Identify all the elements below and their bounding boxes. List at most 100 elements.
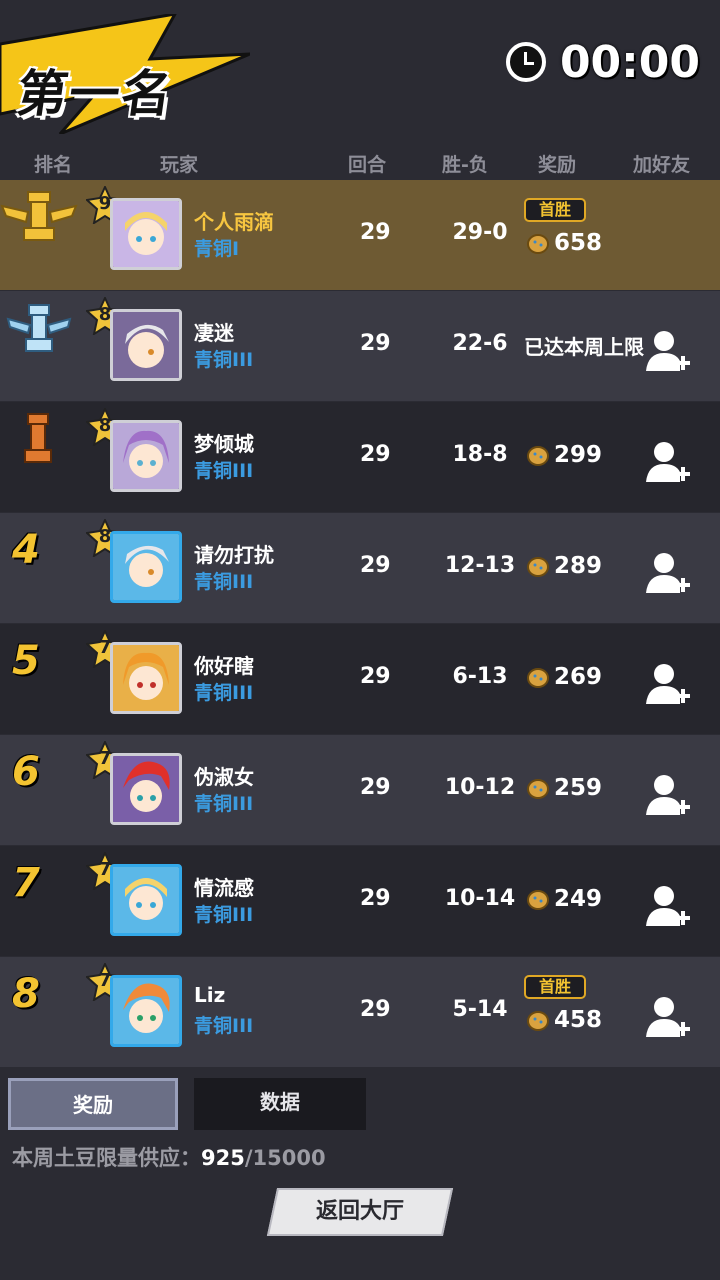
reward: 259 <box>526 775 602 801</box>
reward: 289 <box>526 553 602 579</box>
rounds-value: 29 <box>360 553 391 578</box>
table-row[interactable]: 5 7 你好瞎 青铜III 29 6-13 269 <box>0 624 720 734</box>
character-portrait-icon <box>113 645 179 711</box>
potato-coin-icon <box>527 234 549 254</box>
potato-coin-icon <box>527 779 549 799</box>
win-loss-value: 6-13 <box>452 664 508 689</box>
rounds-value: 29 <box>360 442 391 467</box>
player-tier: 青铜III <box>194 904 254 926</box>
avatar[interactable] <box>110 753 182 825</box>
avatar[interactable] <box>110 198 182 270</box>
rank-number: 4 <box>12 527 40 573</box>
win-loss-value: 22-6 <box>452 331 508 356</box>
avatar[interactable] <box>110 420 182 492</box>
potato-coin-icon <box>527 1011 549 1031</box>
player-tier: 青铜III <box>194 793 254 815</box>
col-add-friend: 加好友 <box>633 154 691 176</box>
back-to-lobby-label[interactable]: 返回大厅 <box>272 1188 448 1236</box>
reward-value: 658 <box>554 230 603 256</box>
col-rounds: 回合 <box>348 154 387 176</box>
add-friend-icon[interactable] <box>644 660 692 708</box>
player-name[interactable]: 请勿打扰 <box>194 539 274 568</box>
avatar[interactable] <box>110 642 182 714</box>
rank-number: 5 <box>12 638 40 684</box>
player-name[interactable]: 梦倾城 <box>194 428 254 457</box>
character-portrait-icon <box>113 423 179 489</box>
rounds-value: 29 <box>360 997 391 1022</box>
add-friend-icon[interactable] <box>644 882 692 930</box>
rank-number: 8 <box>12 971 40 1017</box>
table-row[interactable]: 4 8 请勿打扰 青铜III 29 12-13 289 <box>0 513 720 623</box>
character-portrait-icon <box>113 867 179 933</box>
avatar[interactable] <box>110 864 182 936</box>
col-reward: 奖励 <box>538 154 577 176</box>
table-row[interactable]: 6 7 伪淑女 青铜III 29 10-12 259 <box>0 735 720 845</box>
timer: 00:00 <box>505 37 700 88</box>
potato-coin-icon <box>527 446 549 466</box>
add-friend-icon[interactable] <box>644 549 692 597</box>
tab-stats[interactable]: 数据 <box>194 1078 366 1130</box>
clock-icon <box>505 42 546 82</box>
first-win-badge: 首胜 <box>524 198 586 222</box>
win-loss-value: 10-14 <box>444 886 516 911</box>
character-portrait-icon <box>113 201 179 267</box>
supply-current: 925 <box>201 1146 245 1170</box>
player-tier: 青铜III <box>194 349 254 371</box>
tab-reward[interactable]: 奖励 <box>8 1078 178 1130</box>
first-win-badge: 首胜 <box>524 975 586 999</box>
add-friend-icon[interactable] <box>644 438 692 486</box>
player-name[interactable]: 情流感 <box>194 872 254 901</box>
weekly-supply: 本周土豆限量供应：925/15000 <box>12 1142 326 1172</box>
reward-value: 249 <box>554 886 603 912</box>
reward: 658 <box>526 230 602 256</box>
win-loss-value: 10-12 <box>444 775 516 800</box>
win-loss-value: 12-13 <box>444 553 516 578</box>
reward: 458 <box>526 1007 602 1033</box>
avatar[interactable] <box>110 975 182 1047</box>
player-name[interactable]: 个人雨滴 <box>194 206 274 235</box>
rank-number: 6 <box>12 749 40 795</box>
potato-coin-icon <box>527 557 549 577</box>
timer-text: 00:00 <box>559 36 700 88</box>
character-portrait-icon <box>113 756 179 822</box>
rank-banner: 第一名 <box>0 14 250 134</box>
table-row[interactable]: 7 7 情流感 青铜III 29 10-14 249 <box>0 846 720 956</box>
player-tier: 青铜III <box>194 1015 254 1037</box>
reward: 269 <box>526 664 602 690</box>
player-name[interactable]: 你好瞎 <box>194 650 254 679</box>
reward-value: 299 <box>554 442 603 468</box>
gold-rook-badge-icon <box>0 191 78 241</box>
win-loss-value: 29-0 <box>452 220 508 245</box>
bronze-rook-badge-icon <box>24 413 52 463</box>
column-headers: 排名 玩家 回合 胜-负 奖励 加好友 <box>0 150 720 178</box>
rank-title: 第一名 <box>13 65 178 123</box>
add-friend-icon[interactable] <box>644 327 692 375</box>
player-name[interactable]: 凄迷 <box>194 317 234 346</box>
silver-rook-badge-icon <box>6 304 72 352</box>
supply-label: 本周土豆限量供应： <box>12 1146 201 1170</box>
reward-limit-note: 已达本周上限 <box>524 335 644 359</box>
avatar[interactable] <box>110 531 182 603</box>
player-tier: 青铜III <box>194 682 254 704</box>
rounds-value: 29 <box>360 220 391 245</box>
player-name[interactable]: Liz <box>194 983 225 1007</box>
win-loss-value: 18-8 <box>452 442 508 467</box>
player-tier: 青铜III <box>194 460 254 482</box>
col-player: 玩家 <box>160 154 199 176</box>
table-row[interactable]: 8 7 Liz 青铜III 29 5-14 首胜 458 <box>0 957 720 1067</box>
table-row[interactable]: 9 个人雨滴 青铜I 29 29-0 首胜 658 <box>0 180 720 290</box>
add-friend-icon[interactable] <box>644 771 692 819</box>
supply-total: /15000 <box>244 1146 326 1170</box>
add-friend-icon[interactable] <box>644 993 692 1041</box>
rounds-value: 29 <box>360 331 391 356</box>
character-portrait-icon <box>113 978 179 1044</box>
win-loss-value: 5-14 <box>452 997 508 1022</box>
player-name[interactable]: 伪淑女 <box>194 761 254 790</box>
table-row[interactable]: 8 凄迷 青铜III 29 22-6 已达本周上限 <box>0 291 720 401</box>
table-row[interactable]: 8 梦倾城 青铜III 29 18-8 299 <box>0 402 720 512</box>
avatar[interactable] <box>110 309 182 381</box>
character-portrait-icon <box>113 312 179 378</box>
reward: 299 <box>526 442 602 468</box>
reward: 249 <box>526 886 602 912</box>
reward-value: 259 <box>554 775 603 801</box>
